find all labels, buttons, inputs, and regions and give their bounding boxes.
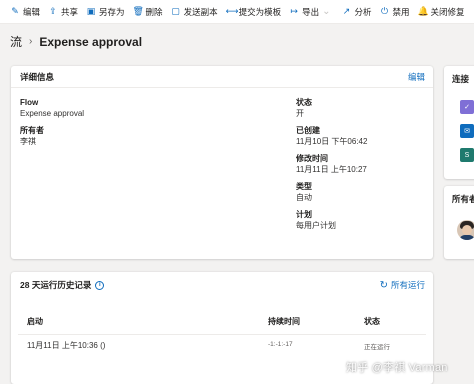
plan-label: 计划 [296, 210, 312, 219]
submit-template-icon: ⟷ [225, 6, 239, 16]
modified-label: 修改时间 [296, 154, 328, 163]
delete-button[interactable]: 🗑 删除 [129, 0, 167, 23]
details-card: 详细信息 编辑 [11, 66, 433, 259]
disable-button[interactable]: ⏻ 禁用 [376, 0, 414, 23]
edit-label: 编辑 [23, 6, 41, 17]
column-header-duration[interactable]: 持续时间 [268, 316, 300, 327]
analytics-label: 分析 [354, 6, 372, 17]
share-button[interactable]: ⇪ 共享 [44, 0, 82, 23]
breadcrumb-flows-link[interactable]: 流 [10, 33, 22, 50]
all-runs-link[interactable]: ↻ 所有运行 [380, 279, 425, 291]
analytics-button[interactable]: ↗ 分析 [338, 0, 376, 23]
created-label: 已创建 [296, 126, 320, 135]
type-field: 类型 自动 [296, 181, 312, 203]
delete-label: 删除 [145, 6, 163, 17]
bell-off-icon: 🔔 [417, 6, 429, 16]
connections-title: 连接 [452, 74, 470, 84]
created-value: 11月10日 下午06:42 [296, 137, 368, 146]
run-start-time[interactable]: 11月11日 上午10:36 () [27, 340, 105, 351]
run-status: 正在运行 [364, 344, 390, 351]
status-label: 状态 [296, 98, 312, 107]
owner-label: 所有者 [20, 126, 44, 135]
send-copy-label: 发送副本 [183, 6, 218, 17]
watermark-text: 知乎 @李祺 Varman [346, 362, 448, 374]
approvals-connector-icon[interactable]: ✓ [460, 100, 474, 114]
edit-details-link[interactable]: 编辑 [408, 71, 425, 83]
breadcrumb: 流 › Expense approval [10, 33, 142, 50]
modified-field: 修改时间 11月11日 上午10:27 [296, 153, 367, 175]
flow-field: Flow Expense approval [20, 97, 84, 119]
owners-title: 所有者 [452, 194, 474, 204]
command-bar: ✎ 编辑 ⇪ 共享 ▣ 另存为 🗑 删除 ▢ 发送副本 ⟷ 提交为模板 ↦ 导出 ⌄ ↗ 分析 ⏻… [0, 0, 474, 24]
export-label: 导出 [302, 6, 320, 17]
run-history-title: 28 天运行历史记录 [20, 280, 92, 290]
disable-label: 禁用 [392, 6, 410, 17]
share-label: 共享 [61, 6, 79, 17]
bell-off-button[interactable]: 🔔 关闭修复 [414, 0, 469, 23]
run-duration: -1:-1:-17 [268, 341, 293, 348]
edit-button[interactable]: ✎ 编辑 [6, 0, 44, 23]
plan-field: 计划 每用户计划 [296, 209, 336, 231]
type-value: 自动 [296, 193, 312, 202]
analytics-icon: ↗ [342, 6, 351, 16]
send-copy-icon: ▢ [171, 6, 180, 16]
details-title: 详细信息 [20, 71, 55, 82]
avatar[interactable] [457, 220, 474, 240]
table-divider [18, 334, 426, 335]
export-icon: ↦ [290, 6, 298, 16]
sharepoint-connector-icon[interactable]: S [460, 148, 474, 162]
delete-icon: 🗑 [132, 6, 144, 16]
details-header: 详细信息 编辑 [11, 66, 433, 88]
submit-template-label: 提交为模板 [238, 6, 282, 17]
modified-value: 11月11日 上午10:27 [296, 165, 367, 174]
send-copy-button[interactable]: ▢ 发送副本 [167, 0, 222, 23]
chevron-right-icon: › [29, 36, 33, 47]
submit-template-button[interactable]: ⟷ 提交为模板 [222, 0, 286, 23]
disable-icon: ⏻ [380, 6, 389, 16]
page-title: Expense approval [39, 34, 143, 49]
status-field: 状态 开 [296, 97, 312, 119]
save-as-button[interactable]: ▣ 另存为 [82, 0, 129, 23]
refresh-icon: ↻ [379, 279, 388, 291]
owners-card: 所有者 [444, 186, 474, 259]
info-icon[interactable]: i [95, 280, 105, 290]
owner-value: 李祺 [20, 137, 36, 146]
export-button[interactable]: ↦ 导出 ⌄ [285, 0, 337, 23]
status-value: 开 [296, 109, 304, 118]
owner-field: 所有者 李祺 [20, 125, 44, 147]
type-label: 类型 [296, 182, 312, 191]
run-history-header: 28 天运行历史记录 i ↻ 所有运行 [11, 272, 433, 298]
save-as-label: 另存为 [99, 6, 125, 17]
chevron-down-icon: ⌄ [322, 6, 331, 17]
flow-value: Expense approval [20, 109, 85, 118]
column-header-start[interactable]: 启动 [27, 316, 43, 327]
all-runs-label: 所有运行 [390, 280, 425, 290]
plan-value: 每用户计划 [296, 221, 336, 230]
flow-label: Flow [20, 98, 39, 107]
share-icon: ⇪ [49, 6, 57, 16]
created-field: 已创建 11月10日 下午06:42 [296, 125, 367, 147]
outlook-connector-icon[interactable]: ✉ [460, 124, 474, 138]
save-as-icon: ▣ [86, 6, 96, 16]
edit-icon: ✎ [11, 6, 19, 16]
connections-card: 连接 ✓ ✉ S [444, 66, 474, 179]
column-header-status[interactable]: 状态 [364, 316, 380, 327]
bell-off-label: 关闭修复 [430, 6, 465, 17]
